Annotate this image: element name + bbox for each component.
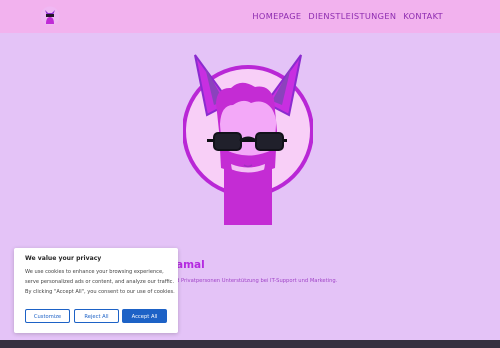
nav-item-kontakt[interactable]: KONTAKT bbox=[403, 11, 443, 21]
main-navigation: HOMEPAGE DIENSTLEISTUNGEN KONTAKT bbox=[252, 11, 443, 21]
cookie-consent-dialog: We value your privacy We use cookies to … bbox=[14, 248, 178, 333]
hero-illustration bbox=[183, 45, 313, 225]
cookie-description: We use cookies to enhance your browsing … bbox=[25, 269, 175, 295]
hero-subtitle: d Privatpersonen Unterstützung bei IT-Su… bbox=[176, 278, 338, 284]
nav-item-dienstleistungen[interactable]: DIENSTLEISTUNGEN bbox=[308, 11, 396, 21]
customize-button[interactable]: Customize bbox=[25, 309, 70, 323]
nav-item-homepage[interactable]: HOMEPAGE bbox=[252, 11, 301, 21]
site-header: HOMEPAGE DIENSTLEISTUNGEN KONTAKT bbox=[0, 0, 500, 33]
accept-all-button[interactable]: Accept All bbox=[122, 309, 167, 323]
reject-all-button[interactable]: Reject All bbox=[74, 309, 119, 323]
footer-bar bbox=[0, 340, 500, 348]
llama-logo-icon[interactable] bbox=[40, 6, 60, 26]
hero-heading: amal bbox=[176, 259, 205, 271]
cookie-title: We value your privacy bbox=[25, 255, 102, 262]
